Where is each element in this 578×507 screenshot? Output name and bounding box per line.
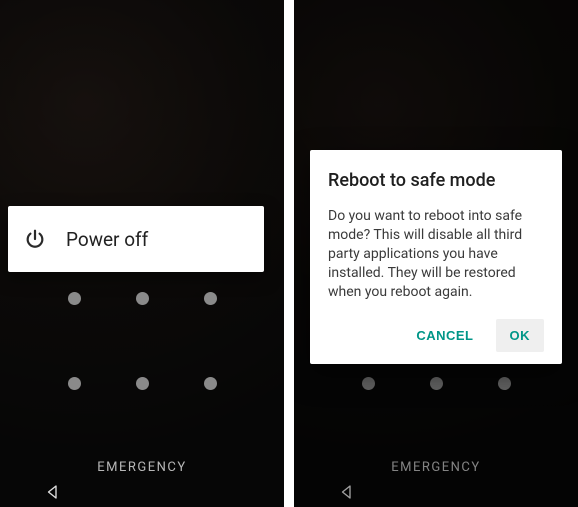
pattern-dot[interactable] (136, 377, 149, 390)
power-off-label: Power off (66, 228, 148, 251)
pattern-lock-grid[interactable] (0, 292, 284, 390)
safe-mode-dialog: Reboot to safe mode Do you want to reboo… (310, 150, 562, 364)
cancel-button[interactable]: CANCEL (402, 319, 487, 352)
pattern-dot[interactable] (68, 292, 81, 305)
pattern-dot[interactable] (204, 377, 217, 390)
dialog-title: Reboot to safe mode (328, 170, 544, 191)
screen-content: Power off EMERGENCY (0, 0, 284, 507)
pattern-dot[interactable] (68, 377, 81, 390)
phone-screen-left: Power off EMERGENCY (0, 0, 284, 507)
pattern-dot[interactable] (204, 292, 217, 305)
ok-button[interactable]: OK (496, 319, 545, 352)
nav-back-button[interactable] (44, 483, 62, 501)
dialog-actions: CANCEL OK (328, 319, 544, 352)
screen-content: EMERGENCY Reboot to safe mode Do you wan… (294, 0, 578, 507)
pattern-dot[interactable] (136, 292, 149, 305)
power-icon (24, 228, 46, 250)
power-off-card[interactable]: Power off (8, 206, 264, 272)
emergency-button[interactable]: EMERGENCY (0, 460, 284, 475)
dialog-body: Do you want to reboot into safe mode? Th… (328, 207, 544, 301)
phone-screen-right: EMERGENCY Reboot to safe mode Do you wan… (294, 0, 578, 507)
back-icon (44, 483, 62, 501)
